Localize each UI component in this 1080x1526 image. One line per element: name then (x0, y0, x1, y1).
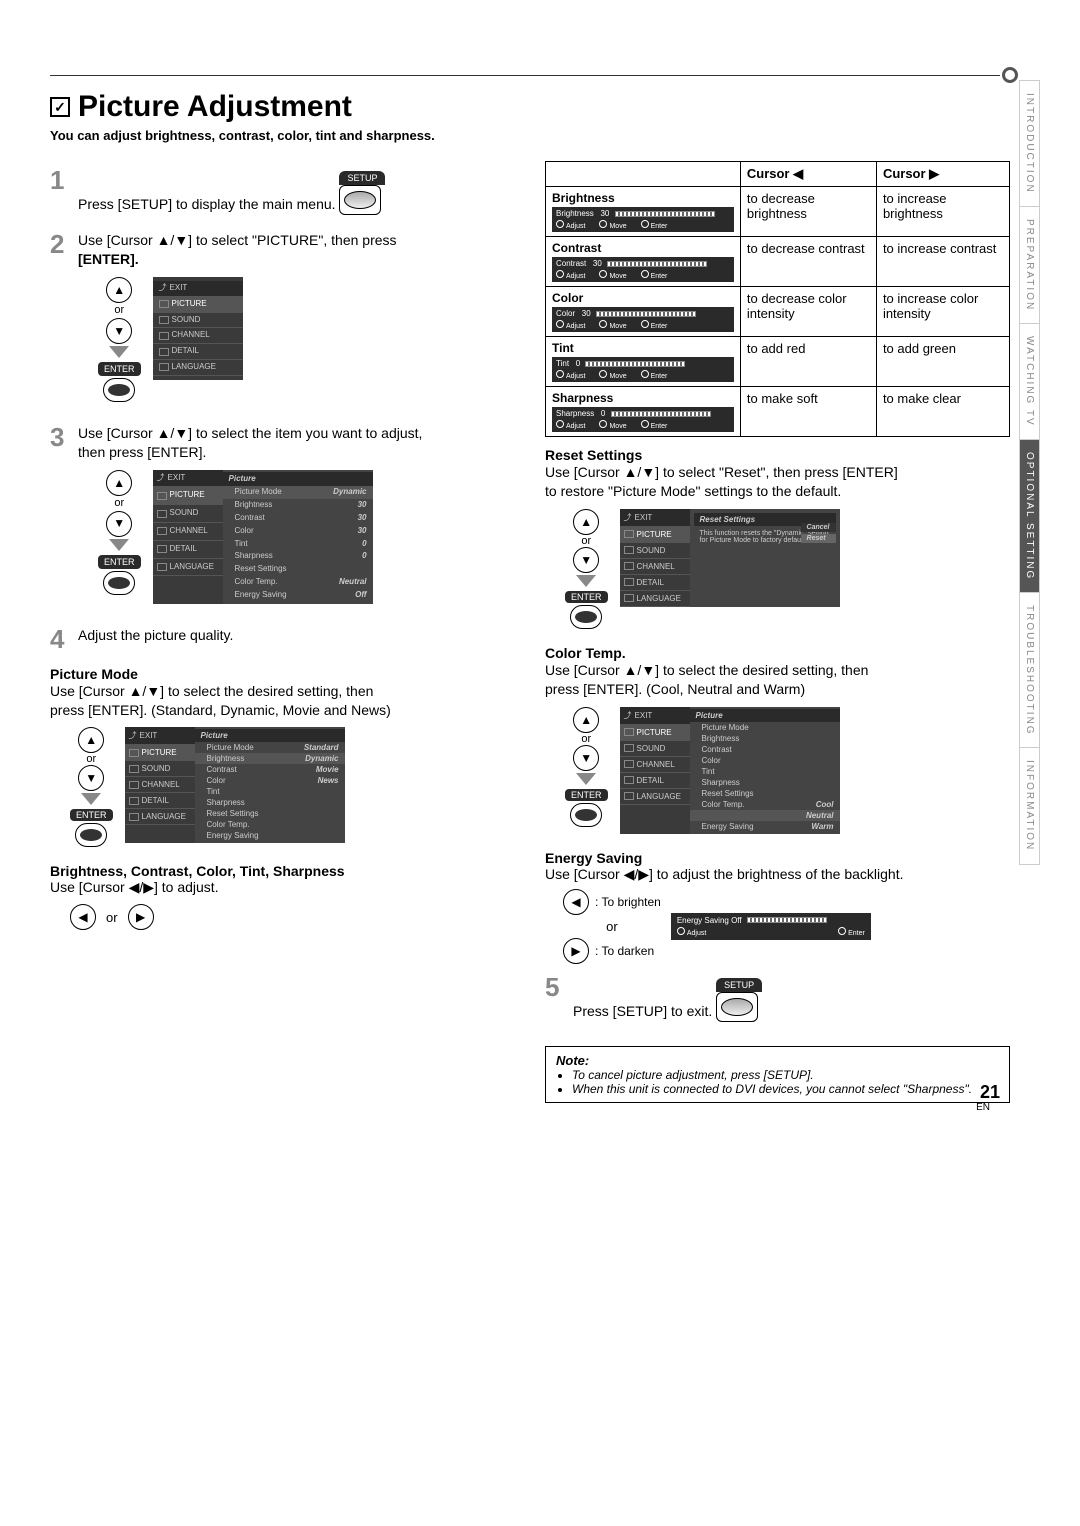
bcct-desc: Use [Cursor ◀/▶] to adjust. (50, 879, 515, 896)
check-icon: ✓ (50, 97, 70, 117)
cursor-up-down-enter: ▲ or ▼ ENTER (70, 727, 113, 847)
cursor-left-right: ◀ or ▶ (70, 904, 515, 930)
reset-heading: Reset Settings (545, 447, 1010, 463)
color-temp-desc-a: Use [Cursor ▲/▼] to select the desired s… (545, 662, 868, 678)
step-2-text-a: Use [Cursor ▲/▼] to select "PICTURE", th… (78, 232, 397, 248)
side-tab: OPTIONAL SETTING (1019, 439, 1040, 592)
note-box: Note: To cancel picture adjustment, pres… (545, 1046, 1010, 1103)
color-temp-screenshot: ⤴EXIT PICTURE SOUND CHANNEL DETAIL LANGU… (620, 707, 840, 834)
step-number-3: 3 (50, 424, 70, 620)
energy-lr-buttons: ◀: To brighten or ▶: To darken (563, 889, 661, 964)
setup-button-graphic: SETUP (716, 978, 762, 1022)
table-row: Color Color 30 Adjust Move Enter to decr… (546, 287, 1010, 337)
side-tab: INTRODUCTION (1019, 80, 1040, 206)
reset-screenshot: ⤴EXIT PICTURE SOUND CHANNEL DETAIL LANGU… (620, 509, 840, 607)
decorative-circle (1002, 67, 1018, 83)
color-temp-heading: Color Temp. (545, 645, 1010, 661)
picture-mode-desc-b: press [ENTER]. (Standard, Dynamic, Movie… (50, 702, 391, 718)
energy-heading: Energy Saving (545, 850, 1010, 866)
cursor-up-down-enter: ▲ or ▼ ENTER (98, 470, 141, 595)
page-intro: You can adjust brightness, contrast, col… (50, 128, 1010, 143)
cursor-right-icon: ▶ (128, 904, 154, 930)
table-row: Brightness Brightness 30 Adjust Move Ent… (546, 187, 1010, 237)
table-row: Tint Tint 0 Adjust Move Enter to add red… (546, 337, 1010, 387)
step-number-1: 1 (50, 167, 70, 225)
page-number: 21 (980, 1082, 1000, 1103)
cursor-up-down-enter: ▲ or ▼ ENTER (565, 509, 608, 629)
cursor-up-icon: ▲ (106, 277, 132, 303)
color-temp-desc-b: press [ENTER]. (Cool, Neutral and Warm) (545, 681, 805, 697)
table-row: Sharpness Sharpness 0 Adjust Move Enter … (546, 387, 1010, 437)
step-2-text-b: [ENTER]. (78, 251, 139, 267)
cursor-left-icon: ◀ (70, 904, 96, 930)
step-5-text: Press [SETUP] to exit. (573, 1003, 712, 1019)
note-item: When this unit is connected to DVI devic… (572, 1082, 999, 1096)
step-4-text: Adjust the picture quality. (78, 627, 233, 643)
step-1-text: Press [SETUP] to display the main menu. (78, 196, 336, 212)
page-footer: EN (976, 1102, 990, 1113)
bcct-heading: Brightness, Contrast, Color, Tint, Sharp… (50, 863, 515, 879)
side-tab: TROUBLESHOOTING (1019, 592, 1040, 748)
picture-mode-heading: Picture Mode (50, 666, 515, 682)
page-title: ✓ Picture Adjustment (50, 90, 1010, 124)
reset-desc-b: to restore "Picture Mode" settings to th… (545, 483, 841, 499)
cursor-up-down-enter: ▲ or ▼ ENTER (98, 277, 141, 402)
step-number-5: 5 (545, 974, 565, 1032)
side-tab: PREPARATION (1019, 206, 1040, 323)
main-menu-screenshot: ⤴EXIT PICTURE SOUND CHANNEL DETAIL LANGU… (153, 277, 243, 380)
note-item: To cancel picture adjustment, press [SET… (572, 1068, 999, 1082)
cursor-up-down-enter: ▲ or ▼ ENTER (565, 707, 608, 827)
setup-button-graphic: SETUP (339, 171, 385, 215)
step-3-text-a: Use [Cursor ▲/▼] to select the item you … (78, 425, 422, 441)
energy-saving-screenshot: Energy Saving Off Adjust Enter (671, 913, 871, 940)
energy-desc: Use [Cursor ◀/▶] to adjust the brightnes… (545, 866, 1010, 883)
picture-mode-desc-a: Use [Cursor ▲/▼] to select the desired s… (50, 683, 373, 699)
picture-mode-screenshot: ⤴EXIT PICTURE SOUND CHANNEL DETAIL LANGU… (125, 727, 345, 843)
step-number-4: 4 (50, 626, 70, 652)
cursor-down-icon: ▼ (106, 318, 132, 344)
side-nav-tabs: INTRODUCTIONPREPARATIONWATCHING TVOPTION… (1019, 80, 1040, 865)
side-tab: INFORMATION (1019, 747, 1040, 864)
adjustment-table: Cursor ◀ Cursor ▶ Brightness Brightness … (545, 161, 1010, 437)
enter-button-icon (103, 378, 135, 402)
step-number-2: 2 (50, 231, 70, 418)
reset-desc-a: Use [Cursor ▲/▼] to select "Reset", then… (545, 464, 898, 480)
table-row: Contrast Contrast 30 Adjust Move Enter t… (546, 237, 1010, 287)
step-3-text-b: then press [ENTER]. (78, 444, 206, 460)
side-tab: WATCHING TV (1019, 323, 1040, 439)
arrow-down-icon (109, 346, 129, 358)
picture-menu-screenshot: ⤴EXIT PICTURE SOUND CHANNEL DETAIL LANGU… (153, 470, 373, 604)
